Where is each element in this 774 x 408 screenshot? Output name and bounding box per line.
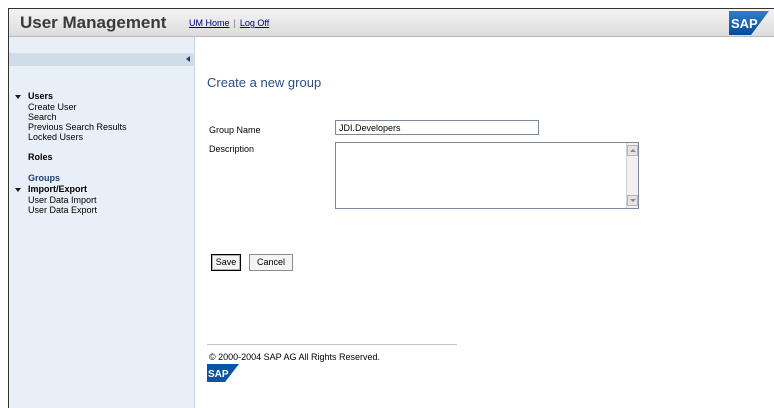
cancel-button[interactable]: Cancel	[249, 254, 293, 271]
sidebar-section-users[interactable]: Users	[9, 91, 195, 102]
log-off-link[interactable]: Log Off	[240, 18, 269, 28]
sidebar-item-user-data-export[interactable]: User Data Export	[9, 205, 195, 215]
sidebar-section-groups[interactable]: Groups	[9, 173, 195, 184]
sap-logo: SAP	[729, 11, 769, 35]
copyright-text: © 2000-2004 SAP AG All Rights Reserved.	[209, 352, 381, 362]
sidebar-item-locked-users[interactable]: Locked Users	[9, 132, 195, 142]
app-title: User Management	[20, 13, 167, 32]
sidebar-section-roles[interactable]: Roles	[9, 152, 195, 163]
um-home-link[interactable]: UM Home	[189, 18, 230, 28]
expand-triangle-icon[interactable]	[15, 188, 21, 192]
footer-divider	[207, 344, 457, 345]
description-scrollbar[interactable]	[626, 143, 638, 208]
app-window: User Management UM Home | Log Off SAP User…	[8, 8, 774, 408]
arrow-down-icon	[630, 199, 636, 202]
sidebar-section-import-export[interactable]: Import/Export	[9, 184, 195, 195]
sidebar-item-create-user[interactable]: Create User	[9, 102, 195, 112]
scroll-down-button[interactable]	[627, 195, 638, 206]
main-content: Create a new group Group Name Descriptio…	[195, 37, 774, 408]
link-separator: |	[233, 18, 236, 28]
svg-text:SAP: SAP	[208, 369, 229, 380]
sidebar-item-user-data-import[interactable]: User Data Import	[9, 195, 195, 205]
sidebar: Users Create User Search Previous Search…	[9, 37, 195, 408]
group-name-label: Group Name	[209, 125, 261, 135]
description-label: Description	[209, 144, 255, 154]
scroll-up-button[interactable]	[627, 145, 638, 156]
save-button[interactable]: Save	[211, 254, 241, 271]
header-links: UM Home | Log Off	[189, 18, 269, 28]
arrow-up-icon	[630, 149, 636, 152]
sidebar-nav: Users Create User Search Previous Search…	[9, 91, 195, 215]
expand-triangle-icon[interactable]	[15, 95, 21, 99]
page-title: Create a new group	[207, 75, 322, 90]
sidebar-item-previous-search-results[interactable]: Previous Search Results	[9, 122, 195, 132]
footer-sap-logo: SAP	[207, 364, 239, 382]
sidebar-item-search[interactable]: Search	[9, 112, 195, 122]
sidebar-collapse-bar[interactable]	[9, 53, 195, 66]
svg-text:SAP: SAP	[731, 16, 758, 31]
description-textarea[interactable]	[335, 142, 639, 209]
collapse-arrow-icon[interactable]	[186, 56, 190, 62]
group-name-input[interactable]	[335, 120, 539, 135]
header-bar: User Management UM Home | Log Off SAP	[9, 9, 774, 37]
